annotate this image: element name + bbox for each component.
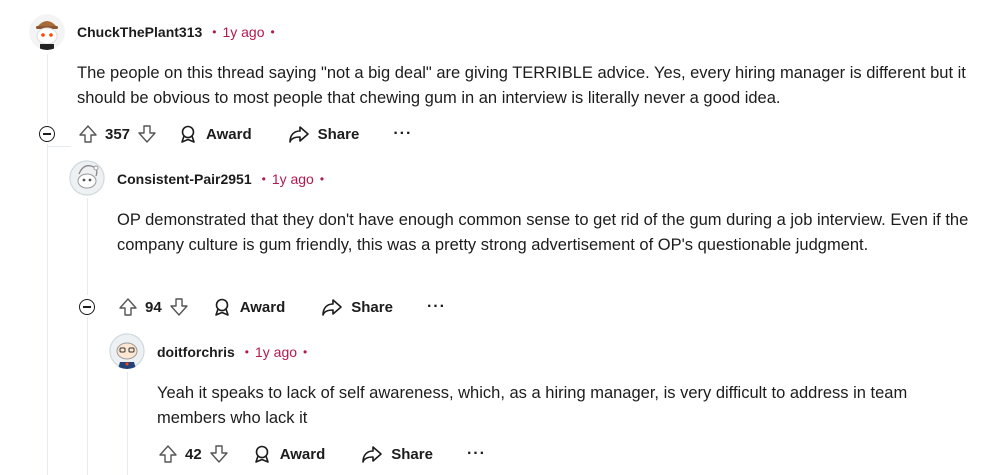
downvote-icon[interactable] [136, 123, 158, 145]
comment-body: OP demonstrated that they don't have eno… [117, 211, 969, 254]
snoo-avatar-icon [109, 333, 145, 369]
vote-score: 94 [145, 298, 162, 316]
award-button[interactable]: Award [212, 297, 286, 317]
thread-line-branch1 [47, 146, 71, 147]
upvote-icon[interactable] [157, 443, 179, 465]
thread-line-level2-lower [87, 317, 88, 475]
award-button[interactable]: Award [252, 444, 326, 464]
separator-dot: • [261, 172, 266, 186]
comment-actions: 94 Award Share ··· [117, 293, 446, 321]
share-button[interactable]: Share [288, 124, 360, 144]
comment-body: The people on this thread saying "not a … [77, 64, 966, 107]
award-label: Award [206, 125, 252, 143]
comment-meta: Consistent-Pair2951 • 1y ago • [117, 171, 324, 187]
thread-line-level3 [127, 372, 128, 475]
more-icon[interactable]: ··· [467, 445, 486, 463]
comment-age[interactable]: 1y ago [272, 171, 314, 187]
share-label: Share [351, 298, 393, 316]
comment-actions: 357 Award Share ··· [77, 120, 412, 148]
downvote-icon[interactable] [168, 296, 190, 318]
comment-age[interactable]: 1y ago [222, 24, 264, 40]
award-icon [214, 298, 229, 316]
comment-meta: ChuckThePlant313 • 1y ago • [77, 24, 275, 40]
vote-score: 357 [105, 125, 131, 143]
avatar[interactable] [29, 14, 65, 50]
thread-line-level1-lower [47, 144, 48, 475]
collapse-icon[interactable] [79, 299, 95, 315]
separator-dot: • [212, 25, 217, 39]
snoo-avatar-icon [29, 14, 65, 50]
upvote-icon[interactable] [117, 296, 139, 318]
comment-age[interactable]: 1y ago [255, 344, 297, 360]
share-label: Share [317, 125, 360, 143]
share-icon [362, 446, 383, 463]
share-button[interactable]: Share [361, 444, 433, 464]
award-icon [181, 125, 195, 143]
comment-body: Yeah it speaks to lack of self awareness… [157, 384, 908, 427]
thread-line-level2 [87, 198, 88, 295]
username[interactable]: ChuckThePlant313 [77, 24, 202, 40]
more-icon[interactable]: ··· [393, 125, 412, 143]
avatar[interactable] [69, 160, 105, 196]
comment-meta: doitforchris • 1y ago • [157, 344, 307, 360]
separator-dot: • [244, 345, 249, 359]
award-button[interactable]: Award [178, 124, 252, 144]
award-icon [254, 445, 269, 463]
comment-actions: 42 Award Share ··· [157, 440, 486, 468]
thread-line-level1 [47, 54, 48, 124]
username[interactable]: Consistent-Pair2951 [117, 171, 252, 187]
avatar[interactable] [109, 333, 145, 369]
snoo-avatar-icon [69, 160, 105, 196]
award-label: Award [279, 445, 326, 463]
collapse-icon[interactable] [39, 126, 55, 142]
share-icon [322, 299, 343, 316]
more-icon[interactable]: ··· [427, 298, 446, 316]
separator-dot: • [319, 172, 325, 186]
share-label: Share [391, 445, 433, 463]
share-icon [288, 126, 309, 143]
downvote-icon[interactable] [208, 443, 230, 465]
share-button[interactable]: Share [321, 297, 393, 317]
username[interactable]: doitforchris [157, 344, 235, 360]
upvote-icon[interactable] [77, 123, 99, 145]
award-label: Award [239, 298, 286, 316]
vote-score: 42 [185, 445, 202, 463]
separator-dot: • [270, 25, 275, 39]
separator-dot: • [303, 345, 308, 359]
